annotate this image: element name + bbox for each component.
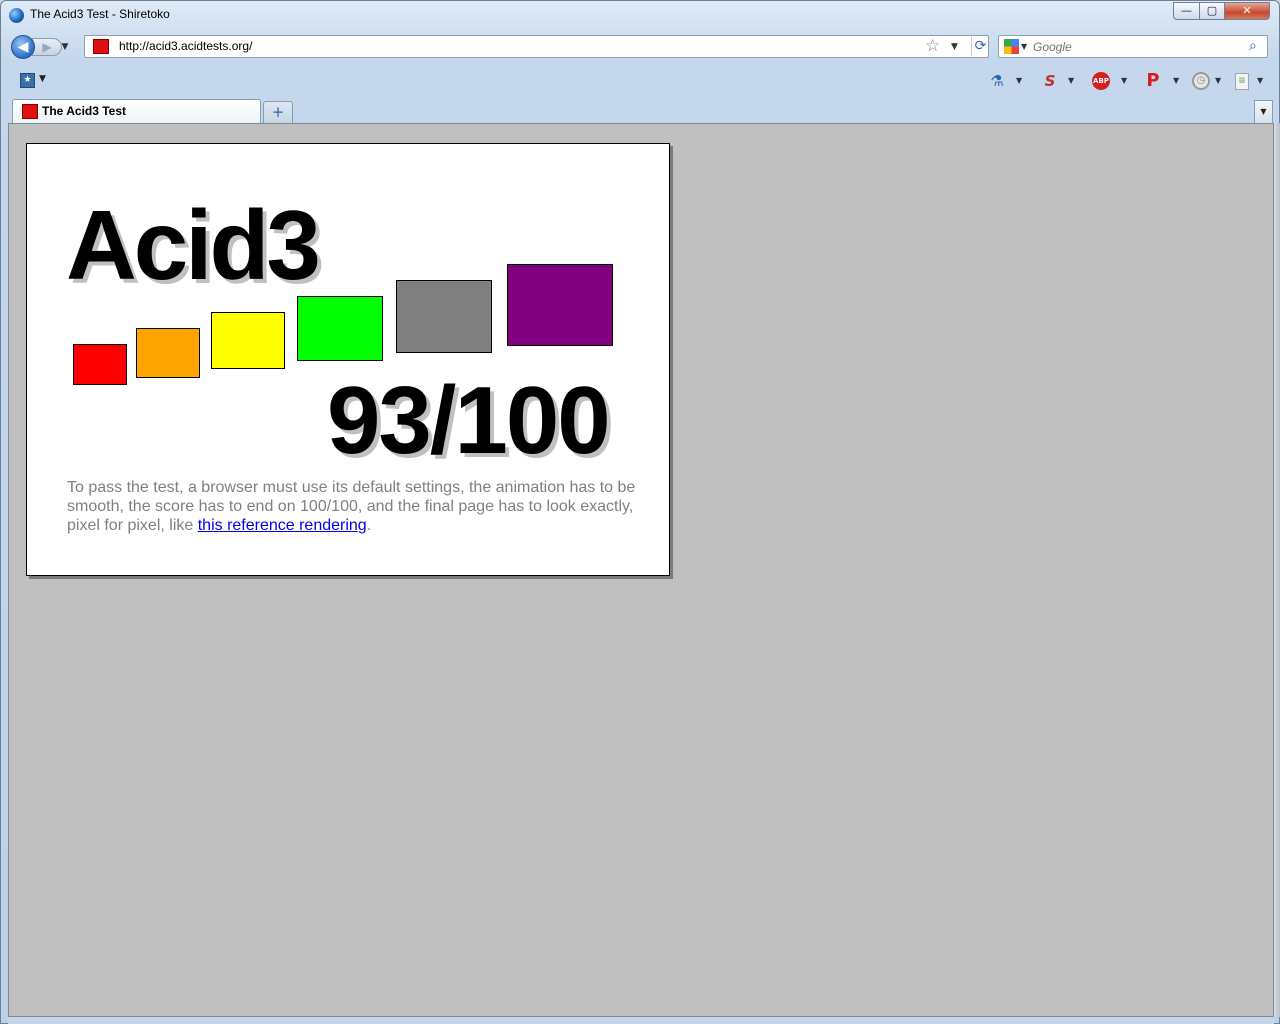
instructions-end: . bbox=[366, 517, 372, 534]
page-menu-dropdown-icon[interactable]: ▼ bbox=[1257, 76, 1263, 85]
adblock-dropdown-icon[interactable]: ▼ bbox=[1121, 76, 1127, 85]
url-bar[interactable]: http://acid3.acidtests.org/ ☆ ▼ ⟳ bbox=[84, 35, 989, 58]
page-menu-icon[interactable]: ≡ bbox=[1235, 73, 1249, 90]
history-dropdown-icon[interactable]: ▼ bbox=[59, 39, 71, 55]
search-input[interactable] bbox=[1033, 37, 1243, 56]
score-display: 93/100 bbox=[327, 367, 611, 474]
browser-window: The Acid3 Test - Shiretoko — ▢ ✕ ▶ ◀ ▼ h… bbox=[0, 0, 1280, 1024]
clock-dropdown-icon[interactable]: ▼ bbox=[1215, 76, 1221, 85]
search-engine-dropdown-icon[interactable]: ▼ bbox=[1021, 36, 1027, 57]
noscript-icon[interactable]: S bbox=[1041, 71, 1059, 91]
bucket-3 bbox=[211, 312, 285, 369]
window-title: The Acid3 Test - Shiretoko bbox=[30, 7, 170, 21]
firefox-globe-icon bbox=[9, 8, 24, 23]
bucket-2 bbox=[136, 328, 200, 378]
url-dropdown-icon[interactable]: ▼ bbox=[951, 37, 958, 58]
tab-acid3[interactable]: The Acid3 Test bbox=[12, 99, 261, 124]
noscript-dropdown-icon[interactable]: ▼ bbox=[1068, 76, 1074, 85]
back-arrow-icon: ◀ bbox=[17, 39, 29, 55]
reference-rendering-link[interactable]: this reference rendering bbox=[198, 517, 367, 534]
adblock-plus-icon[interactable]: ABP bbox=[1092, 72, 1110, 90]
plus-icon: + bbox=[271, 103, 285, 121]
p-extension-dropdown-icon[interactable]: ▼ bbox=[1173, 76, 1179, 85]
acid3-box: Acid3 93/100 To pass the test, a browser… bbox=[26, 143, 670, 576]
tab-list-button[interactable]: ▼ bbox=[1254, 100, 1273, 123]
url-text[interactable]: http://acid3.acidtests.org/ bbox=[119, 39, 252, 53]
maximize-button[interactable]: ▢ bbox=[1199, 2, 1225, 20]
minimize-button[interactable]: — bbox=[1173, 2, 1200, 20]
forward-arrow-icon: ▶ bbox=[42, 40, 52, 54]
reload-icon[interactable]: ⟳ bbox=[971, 37, 989, 56]
flask-icon[interactable]: ⚗ bbox=[989, 71, 1005, 91]
back-button[interactable]: ◀ bbox=[11, 35, 35, 59]
bucket-4 bbox=[297, 296, 383, 361]
bookmarks-dropdown-icon[interactable]: ▼ bbox=[39, 74, 46, 84]
bucket-1 bbox=[73, 344, 127, 385]
bucket-6 bbox=[507, 264, 613, 346]
flask-dropdown-icon[interactable]: ▼ bbox=[1016, 76, 1022, 85]
new-tab-button[interactable]: + bbox=[263, 101, 293, 123]
chevron-down-icon: ▼ bbox=[1260, 107, 1267, 116]
site-favicon-icon bbox=[93, 39, 109, 54]
bookmarks-menu-icon[interactable]: ★ bbox=[20, 73, 35, 88]
title-bar: The Acid3 Test - Shiretoko — ▢ ✕ bbox=[1, 1, 1280, 31]
instructions-text: To pass the test, a browser must use its… bbox=[67, 478, 637, 535]
bookmark-star-icon[interactable]: ☆ bbox=[925, 36, 940, 57]
window-edge bbox=[1274, 123, 1280, 1017]
tab-favicon-icon bbox=[22, 104, 38, 119]
status-edge bbox=[8, 1017, 1274, 1024]
search-icon[interactable]: ⌕ bbox=[1249, 37, 1257, 56]
google-icon[interactable] bbox=[1004, 39, 1019, 54]
search-bar[interactable]: ▼ ⌕ bbox=[998, 35, 1268, 58]
clock-icon[interactable]: ◷ bbox=[1192, 72, 1210, 90]
page-title: Acid3 bbox=[66, 190, 321, 300]
bucket-5 bbox=[396, 280, 492, 353]
forward-button[interactable]: ▶ bbox=[32, 38, 62, 56]
page-viewport: Acid3 93/100 To pass the test, a browser… bbox=[8, 123, 1274, 1017]
p-extension-icon[interactable]: P bbox=[1144, 71, 1162, 91]
close-button[interactable]: ✕ bbox=[1224, 2, 1270, 20]
tab-label: The Acid3 Test bbox=[42, 104, 127, 118]
